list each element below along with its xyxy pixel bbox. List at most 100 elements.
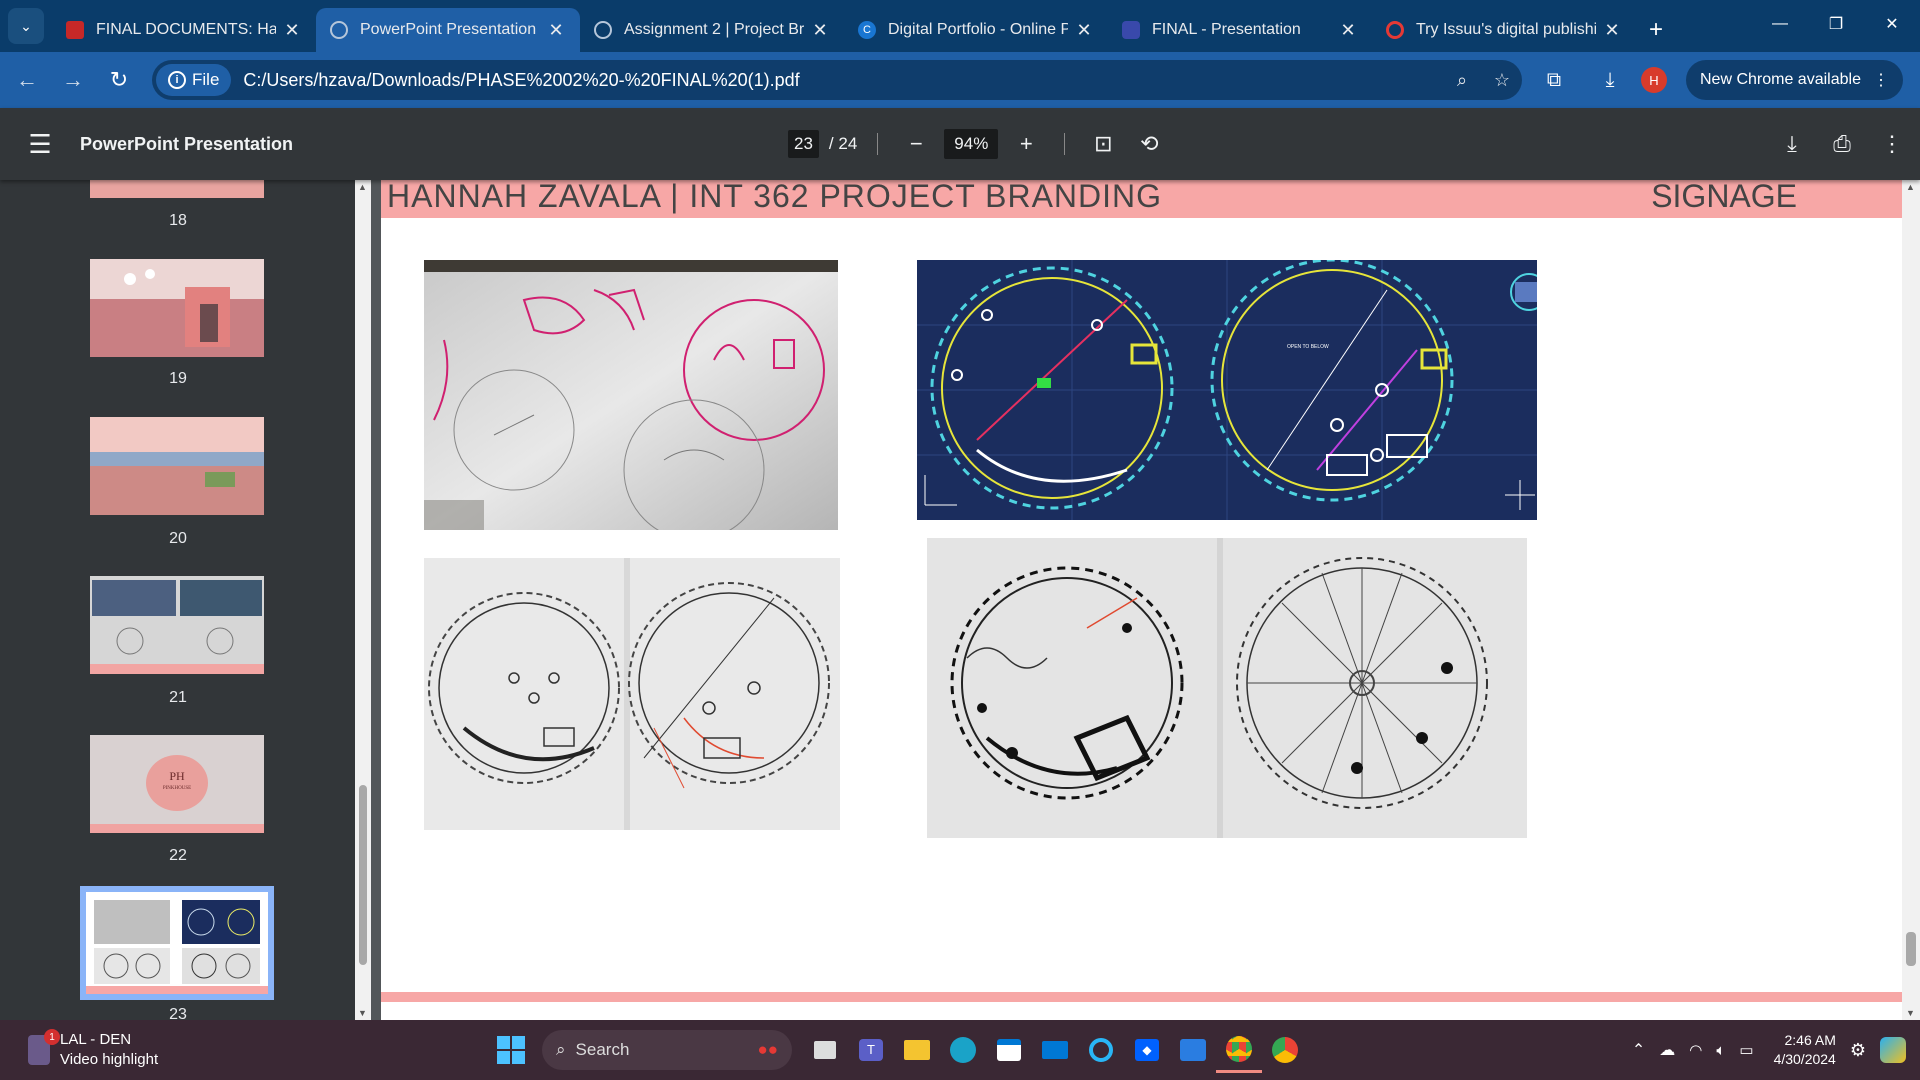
search-icon: ⌕: [556, 1040, 566, 1059]
sidebar-scrollbar[interactable]: ▲ ▼: [355, 180, 371, 1020]
tab-title: Try Issuu's digital publishin: [1416, 21, 1596, 38]
site-info-chip[interactable]: i File: [156, 64, 232, 96]
bookmark-star-icon[interactable]: ☆: [1482, 70, 1522, 91]
notification-title: LAL - DEN: [60, 1031, 132, 1048]
file-explorer-icon[interactable]: [894, 1027, 940, 1073]
close-tab-icon[interactable]: ✕: [1074, 20, 1094, 41]
clock[interactable]: 2:46 AM 4/30/2024: [1774, 1031, 1836, 1069]
onedrive-icon[interactable]: ☁: [1659, 1040, 1675, 1060]
teams-icon[interactable]: T: [848, 1027, 894, 1073]
zoom-input[interactable]: 94%: [944, 129, 999, 159]
tab-digital-portfolio[interactable]: C Digital Portfolio - Online Po ✕: [844, 8, 1108, 52]
rotate-icon[interactable]: ⟲: [1131, 131, 1167, 157]
slide-22-title: PH: [169, 769, 185, 783]
reload-icon[interactable]: ↻: [96, 57, 142, 103]
tab-search-icon[interactable]: ⌄: [8, 8, 44, 44]
avatar: H: [1641, 67, 1667, 93]
thumbnail-page-23[interactable]: [80, 886, 274, 1000]
page-scrollbar-thumb[interactable]: [1906, 932, 1916, 966]
profile-avatar[interactable]: H: [1632, 58, 1676, 102]
tab-assignment-2[interactable]: Assignment 2 | Project Bran ✕: [580, 8, 844, 52]
scroll-up-icon[interactable]: ▲: [1906, 182, 1915, 192]
cortana-icon[interactable]: [1078, 1027, 1124, 1073]
banner-right-text: SIGNAGE: [1651, 180, 1797, 214]
extensions-icon[interactable]: ⧉: [1532, 58, 1576, 102]
print-icon[interactable]: ⎙: [1824, 131, 1860, 157]
chrome-profile-icon[interactable]: [1262, 1027, 1308, 1073]
close-tab-icon[interactable]: ✕: [1602, 20, 1622, 41]
address-bar[interactable]: i File C:/Users/hzava/Downloads/PHASE%20…: [152, 60, 1522, 100]
thumbnail-sidebar: 18 19 20 21 PH PINKHOUSE 22 23: [0, 180, 356, 1020]
download-icon[interactable]: ⤓: [1588, 58, 1632, 102]
settings-gear-icon[interactable]: ⚙: [1850, 1040, 1866, 1061]
page-scrollbar[interactable]: ▲ ▼: [1902, 180, 1920, 1020]
close-tab-icon[interactable]: ✕: [810, 20, 830, 41]
minimize-icon[interactable]: —: [1752, 0, 1808, 48]
zoom-icon[interactable]: ⌕: [1442, 70, 1482, 91]
new-chrome-button[interactable]: New Chrome available ⋮: [1686, 60, 1903, 100]
divider: [877, 133, 879, 155]
menu-icon[interactable]: ☰: [0, 129, 80, 160]
scroll-down-icon[interactable]: ▼: [1906, 1008, 1915, 1018]
battery-icon[interactable]: ▭: [1739, 1041, 1753, 1059]
task-view-icon[interactable]: [802, 1027, 848, 1073]
zoom-in-icon[interactable]: +: [1008, 131, 1044, 157]
thumbnail-page-22[interactable]: PH PINKHOUSE: [90, 735, 264, 833]
close-window-icon[interactable]: ✕: [1864, 0, 1920, 48]
scroll-down-icon[interactable]: ▼: [358, 1008, 367, 1018]
tab-powerpoint-presentation[interactable]: PowerPoint Presentation ✕: [316, 8, 580, 52]
widget-icon: 1: [28, 1029, 60, 1065]
thumbnail-page-21[interactable]: [90, 576, 264, 674]
tab-issuu[interactable]: Try Issuu's digital publishin ✕: [1372, 8, 1636, 52]
tab-title: Digital Portfolio - Online Po: [888, 21, 1068, 38]
zoom-out-icon[interactable]: −: [898, 131, 934, 157]
globe-icon: [330, 21, 348, 39]
start-windows-icon[interactable]: [488, 1027, 534, 1073]
tab-strip: ⌄ FINAL DOCUMENTS: Hann ✕ PowerPoint Pre…: [0, 0, 1920, 52]
pdf-page-23: HANNAH ZAVALA | INT 362 PROJECT BRANDING…: [381, 180, 1920, 1020]
sketch-photo-1-render: [424, 260, 838, 530]
forward-icon[interactable]: →: [50, 57, 96, 103]
back-icon[interactable]: ←: [4, 57, 50, 103]
close-tab-icon[interactable]: ✕: [1338, 20, 1358, 41]
search-label: Search: [575, 1040, 630, 1059]
download-icon[interactable]: ⤓: [1774, 131, 1810, 157]
volume-icon[interactable]: 🔈︎: [1716, 1042, 1725, 1059]
tab-final-presentation[interactable]: FINAL - Presentation ✕: [1108, 8, 1372, 52]
chevron-up-icon[interactable]: ⌃: [1632, 1040, 1645, 1060]
close-tab-icon[interactable]: ✕: [282, 20, 302, 41]
sidebar-scrollbar-thumb[interactable]: [359, 785, 367, 965]
page-number-input[interactable]: 23: [788, 130, 819, 158]
thumbnail-page-19[interactable]: [90, 259, 264, 357]
notification-widget[interactable]: 1 LAL - DEN Video highlight: [28, 1029, 488, 1070]
chrome-icon[interactable]: [1216, 1027, 1262, 1073]
pdf-viewer[interactable]: HANNAH ZAVALA | INT 362 PROJECT BRANDING…: [356, 180, 1920, 1020]
new-tab-button[interactable]: +: [1636, 8, 1676, 52]
close-tab-icon[interactable]: ✕: [546, 20, 566, 41]
restore-icon[interactable]: ❐: [1808, 0, 1864, 48]
notification-text: LAL - DEN Video highlight: [60, 1030, 158, 1070]
url-text[interactable]: C:/Users/hzava/Downloads/PHASE%2002%20-%…: [243, 70, 1442, 91]
scroll-up-icon[interactable]: ▲: [358, 182, 367, 192]
tab-final-documents[interactable]: FINAL DOCUMENTS: Hann ✕: [52, 8, 316, 52]
taskbar-search[interactable]: ⌕ Search ●●: [542, 1030, 792, 1070]
slide-23-render: [86, 892, 268, 994]
sketch-photo-3: [927, 538, 1527, 838]
file-chip-label: File: [192, 70, 220, 89]
sketch-photo-2: [424, 558, 840, 830]
banner-left-text: HANNAH ZAVALA | INT 362 PROJECT BRANDING: [387, 180, 1163, 214]
pdf-toolbar: ☰ PowerPoint Presentation 23 / 24 − 94% …: [0, 108, 1920, 180]
store-icon[interactable]: [986, 1027, 1032, 1073]
more-vert-icon[interactable]: ⋮: [1874, 131, 1910, 157]
edge-icon[interactable]: [940, 1027, 986, 1073]
copilot-icon[interactable]: [1880, 1037, 1906, 1063]
wifi-icon[interactable]: ◠: [1689, 1041, 1702, 1059]
dropbox-icon[interactable]: ◆: [1124, 1027, 1170, 1073]
myhp-icon[interactable]: [1170, 1027, 1216, 1073]
thumbnail-page-18[interactable]: [90, 180, 264, 198]
thumbnail-page-20[interactable]: [90, 417, 264, 515]
fit-page-icon[interactable]: ⊡: [1085, 131, 1121, 157]
thumbnail-number: 23: [169, 1006, 187, 1020]
mail-icon[interactable]: [1032, 1027, 1078, 1073]
page-controls: 23 / 24 − 94% + ⊡ ⟲: [788, 129, 1167, 159]
